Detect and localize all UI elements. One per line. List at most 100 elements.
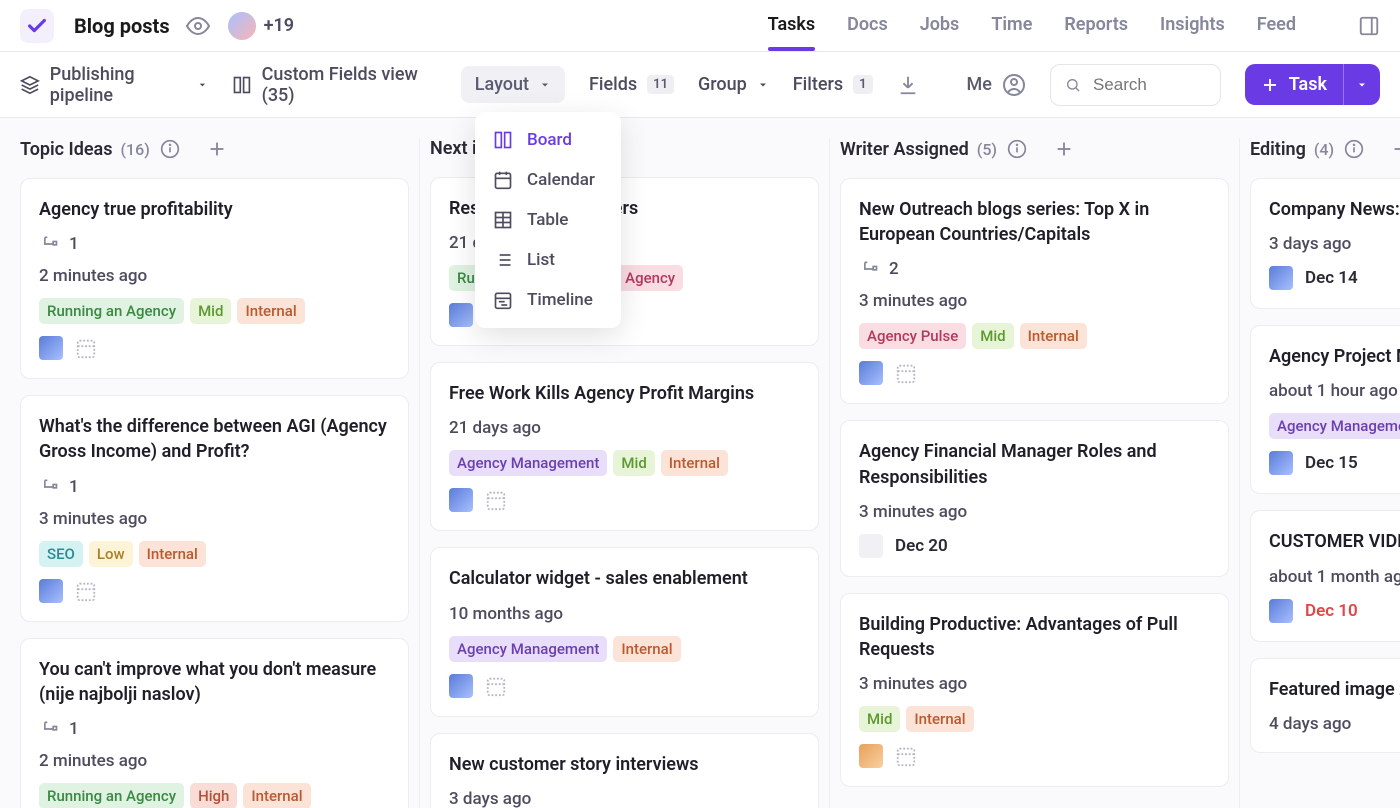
info-icon[interactable] <box>160 139 180 159</box>
me-filter[interactable]: Me <box>967 73 1026 97</box>
task-card[interactable]: Featured image za 4 days ago <box>1250 658 1400 753</box>
add-card-button[interactable] <box>1053 138 1075 160</box>
task-card[interactable]: Free Work Kills Agency Profit Margins 21… <box>430 362 819 531</box>
visibility-icon[interactable] <box>186 14 210 38</box>
column-writer-assigned: Writer Assigned (5) New Outreach blogs s… <box>830 138 1240 808</box>
group-dropdown[interactable]: Group <box>698 74 769 95</box>
layout-opt-timeline[interactable]: Timeline <box>475 280 621 320</box>
assignee-avatar[interactable] <box>859 361 883 385</box>
column-topic-ideas: Topic Ideas (16) Agency true profitabili… <box>10 138 420 808</box>
task-card[interactable]: Agency Project Ma Responsibilities about… <box>1250 325 1400 494</box>
task-card[interactable]: Agency true profitability 1 2 minutes ag… <box>20 178 409 379</box>
due-date-icon[interactable] <box>75 337 97 359</box>
nav-reports[interactable]: Reports <box>1064 14 1128 37</box>
due-date-icon[interactable] <box>485 489 507 511</box>
card-time: 21 days ago <box>449 418 800 438</box>
fields-button[interactable]: Fields 11 <box>589 74 674 95</box>
due-date: Dec 14 <box>1305 268 1358 288</box>
download-button[interactable] <box>897 74 919 96</box>
pipeline-dropdown[interactable]: Publishing pipeline <box>20 64 208 106</box>
card-tags: Agency Management Internal <box>449 636 800 662</box>
assignee-avatar[interactable] <box>39 336 63 360</box>
tag: Agency <box>617 265 683 291</box>
nav-feed[interactable]: Feed <box>1257 14 1296 37</box>
card-time: 3 days ago <box>449 789 800 808</box>
tag: Internal <box>613 636 680 662</box>
task-card[interactable]: What's the difference between AGI (Agenc… <box>20 395 409 621</box>
column-count: (5) <box>977 140 997 159</box>
info-icon[interactable] <box>1344 139 1364 159</box>
column-title: Editing <box>1250 139 1306 160</box>
card-time: about 1 hour ago <box>1269 381 1400 401</box>
card-title: Building Productive: Advantages of Pull … <box>859 612 1210 662</box>
task-card[interactable]: CUSTOMER VIDEO about 1 month ago Dec 10 <box>1250 510 1400 641</box>
card-title: What's the difference between AGI (Agenc… <box>39 414 390 464</box>
assignee-avatar[interactable] <box>449 303 473 327</box>
layout-opt-list[interactable]: List <box>475 240 621 280</box>
app-header: Blog posts +19 Tasks Docs Jobs Time Repo… <box>0 0 1400 52</box>
new-task-button[interactable]: Task <box>1245 64 1343 105</box>
task-card[interactable]: Agency Financial Manager Roles and Respo… <box>840 420 1229 576</box>
layout-opt-calendar[interactable]: Calendar <box>475 160 621 200</box>
layers-icon <box>20 74 40 96</box>
add-card-button[interactable] <box>206 138 228 160</box>
tag: Internal <box>237 298 304 324</box>
nav-tasks[interactable]: Tasks <box>768 14 816 37</box>
new-task-split-button[interactable] <box>1343 64 1380 105</box>
card-tags: Running an Agency Mid Internal <box>39 298 390 324</box>
assignee-avatar[interactable] <box>1269 266 1293 290</box>
due-date-icon[interactable] <box>895 745 917 767</box>
subtask-count: 1 <box>69 477 79 497</box>
due-date-icon[interactable] <box>485 675 507 697</box>
assignee-avatar[interactable] <box>449 488 473 512</box>
layout-dropdown-trigger[interactable]: Layout <box>461 66 565 103</box>
panel-toggle-icon[interactable] <box>1358 15 1380 37</box>
nav-jobs[interactable]: Jobs <box>920 14 960 37</box>
filters-button[interactable]: Filters 1 <box>793 74 873 95</box>
card-title: Free Work Kills Agency Profit Margins <box>449 381 800 406</box>
assignee-avatar[interactable] <box>1269 599 1293 623</box>
tag: Agency Managemen <box>1269 413 1400 439</box>
assignee-avatar[interactable] <box>1269 451 1293 475</box>
member-avatars[interactable]: +19 <box>226 10 294 42</box>
plus-icon <box>1261 76 1279 94</box>
add-card-button[interactable] <box>1390 138 1400 160</box>
layout-opt-board[interactable]: Board <box>475 120 621 160</box>
list-icon <box>493 250 513 270</box>
assignee-avatar[interactable] <box>39 579 63 603</box>
due-date-icon[interactable] <box>75 580 97 602</box>
task-card[interactable]: You can't improve what you don't measure… <box>20 638 409 808</box>
assignee-avatar[interactable] <box>859 534 883 558</box>
column-header: Writer Assigned (5) <box>840 138 1229 160</box>
card-title: Agency true profitability <box>39 197 390 222</box>
due-date-icon[interactable] <box>895 362 917 384</box>
tag: Mid <box>972 323 1013 349</box>
task-card[interactable]: Company News: w post 3 days ago Dec 14 <box>1250 178 1400 309</box>
task-card[interactable]: Calculator widget - sales enablement 10 … <box>430 547 819 716</box>
tag: Running an Agency <box>39 783 184 808</box>
calendar-icon <box>493 170 513 190</box>
task-card[interactable]: New customer story interviews 3 days ago <box>430 733 819 808</box>
layout-opt-table[interactable]: Table <box>475 200 621 240</box>
chevron-down-icon <box>757 79 769 91</box>
tag: Internal <box>243 783 310 808</box>
column-title: Topic Ideas <box>20 139 112 160</box>
search-input[interactable] <box>1093 75 1206 95</box>
view-selector[interactable]: Custom Fields view (35) <box>232 64 437 106</box>
task-card[interactable]: New Outreach blogs series: Top X in Euro… <box>840 178 1229 404</box>
app-logo[interactable] <box>20 9 54 43</box>
assignee-avatar[interactable] <box>859 744 883 768</box>
nav-insights[interactable]: Insights <box>1160 14 1225 37</box>
due-date: Dec 20 <box>895 536 948 556</box>
card-tags: Running an Agency High Internal <box>39 783 390 808</box>
nav-time[interactable]: Time <box>991 14 1032 37</box>
nav-docs[interactable]: Docs <box>847 14 888 37</box>
search-box[interactable] <box>1050 64 1221 106</box>
info-icon[interactable] <box>1007 139 1027 159</box>
task-card[interactable]: Building Productive: Advantages of Pull … <box>840 593 1229 787</box>
avatar <box>226 10 258 42</box>
user-circle-icon <box>1002 73 1026 97</box>
tag: Internal <box>139 541 206 567</box>
board-icon <box>493 130 513 150</box>
assignee-avatar[interactable] <box>449 674 473 698</box>
